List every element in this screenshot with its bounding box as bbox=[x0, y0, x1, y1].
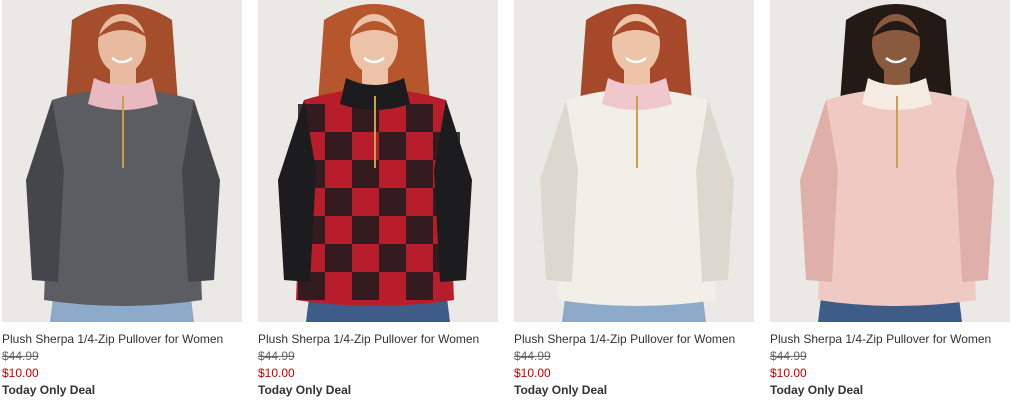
sale-price: $10.00 bbox=[258, 366, 295, 380]
deal-badge: Today Only Deal bbox=[2, 383, 96, 397]
product-photo bbox=[770, 0, 1010, 322]
sale-price: $10.00 bbox=[514, 366, 551, 380]
deal-badge: Today Only Deal bbox=[770, 383, 864, 397]
deal-badge: Today Only Deal bbox=[258, 383, 352, 397]
product-grid: Plush Sherpa 1/4-Zip Pullover for Women … bbox=[0, 0, 1011, 417]
product-title[interactable]: Plush Sherpa 1/4-Zip Pullover for Women bbox=[2, 332, 223, 346]
product-photo bbox=[514, 0, 754, 322]
original-price: $44.99 bbox=[770, 349, 807, 363]
sale-price: $10.00 bbox=[2, 366, 39, 380]
product-photo bbox=[2, 0, 242, 322]
sale-price: $10.00 bbox=[770, 366, 807, 380]
product-title[interactable]: Plush Sherpa 1/4-Zip Pullover for Women bbox=[770, 332, 991, 346]
original-price: $44.99 bbox=[2, 349, 39, 363]
product-title[interactable]: Plush Sherpa 1/4-Zip Pullover for Women bbox=[514, 332, 735, 346]
product-title[interactable]: Plush Sherpa 1/4-Zip Pullover for Women bbox=[258, 332, 479, 346]
deal-badge: Today Only Deal bbox=[514, 383, 608, 397]
product-image[interactable] bbox=[514, 0, 754, 322]
product-image[interactable] bbox=[258, 0, 498, 322]
product-image[interactable] bbox=[770, 0, 1010, 322]
product-card[interactable]: Plush Sherpa 1/4-Zip Pullover for Women … bbox=[770, 0, 1010, 397]
product-card[interactable]: Plush Sherpa 1/4-Zip Pullover for Women … bbox=[514, 0, 754, 397]
product-image[interactable] bbox=[2, 0, 242, 322]
original-price: $44.99 bbox=[258, 349, 295, 363]
product-card[interactable]: Plush Sherpa 1/4-Zip Pullover for Women … bbox=[2, 0, 242, 397]
original-price: $44.99 bbox=[514, 349, 551, 363]
product-photo bbox=[258, 0, 498, 322]
product-card[interactable]: Plush Sherpa 1/4-Zip Pullover for Women … bbox=[258, 0, 498, 397]
